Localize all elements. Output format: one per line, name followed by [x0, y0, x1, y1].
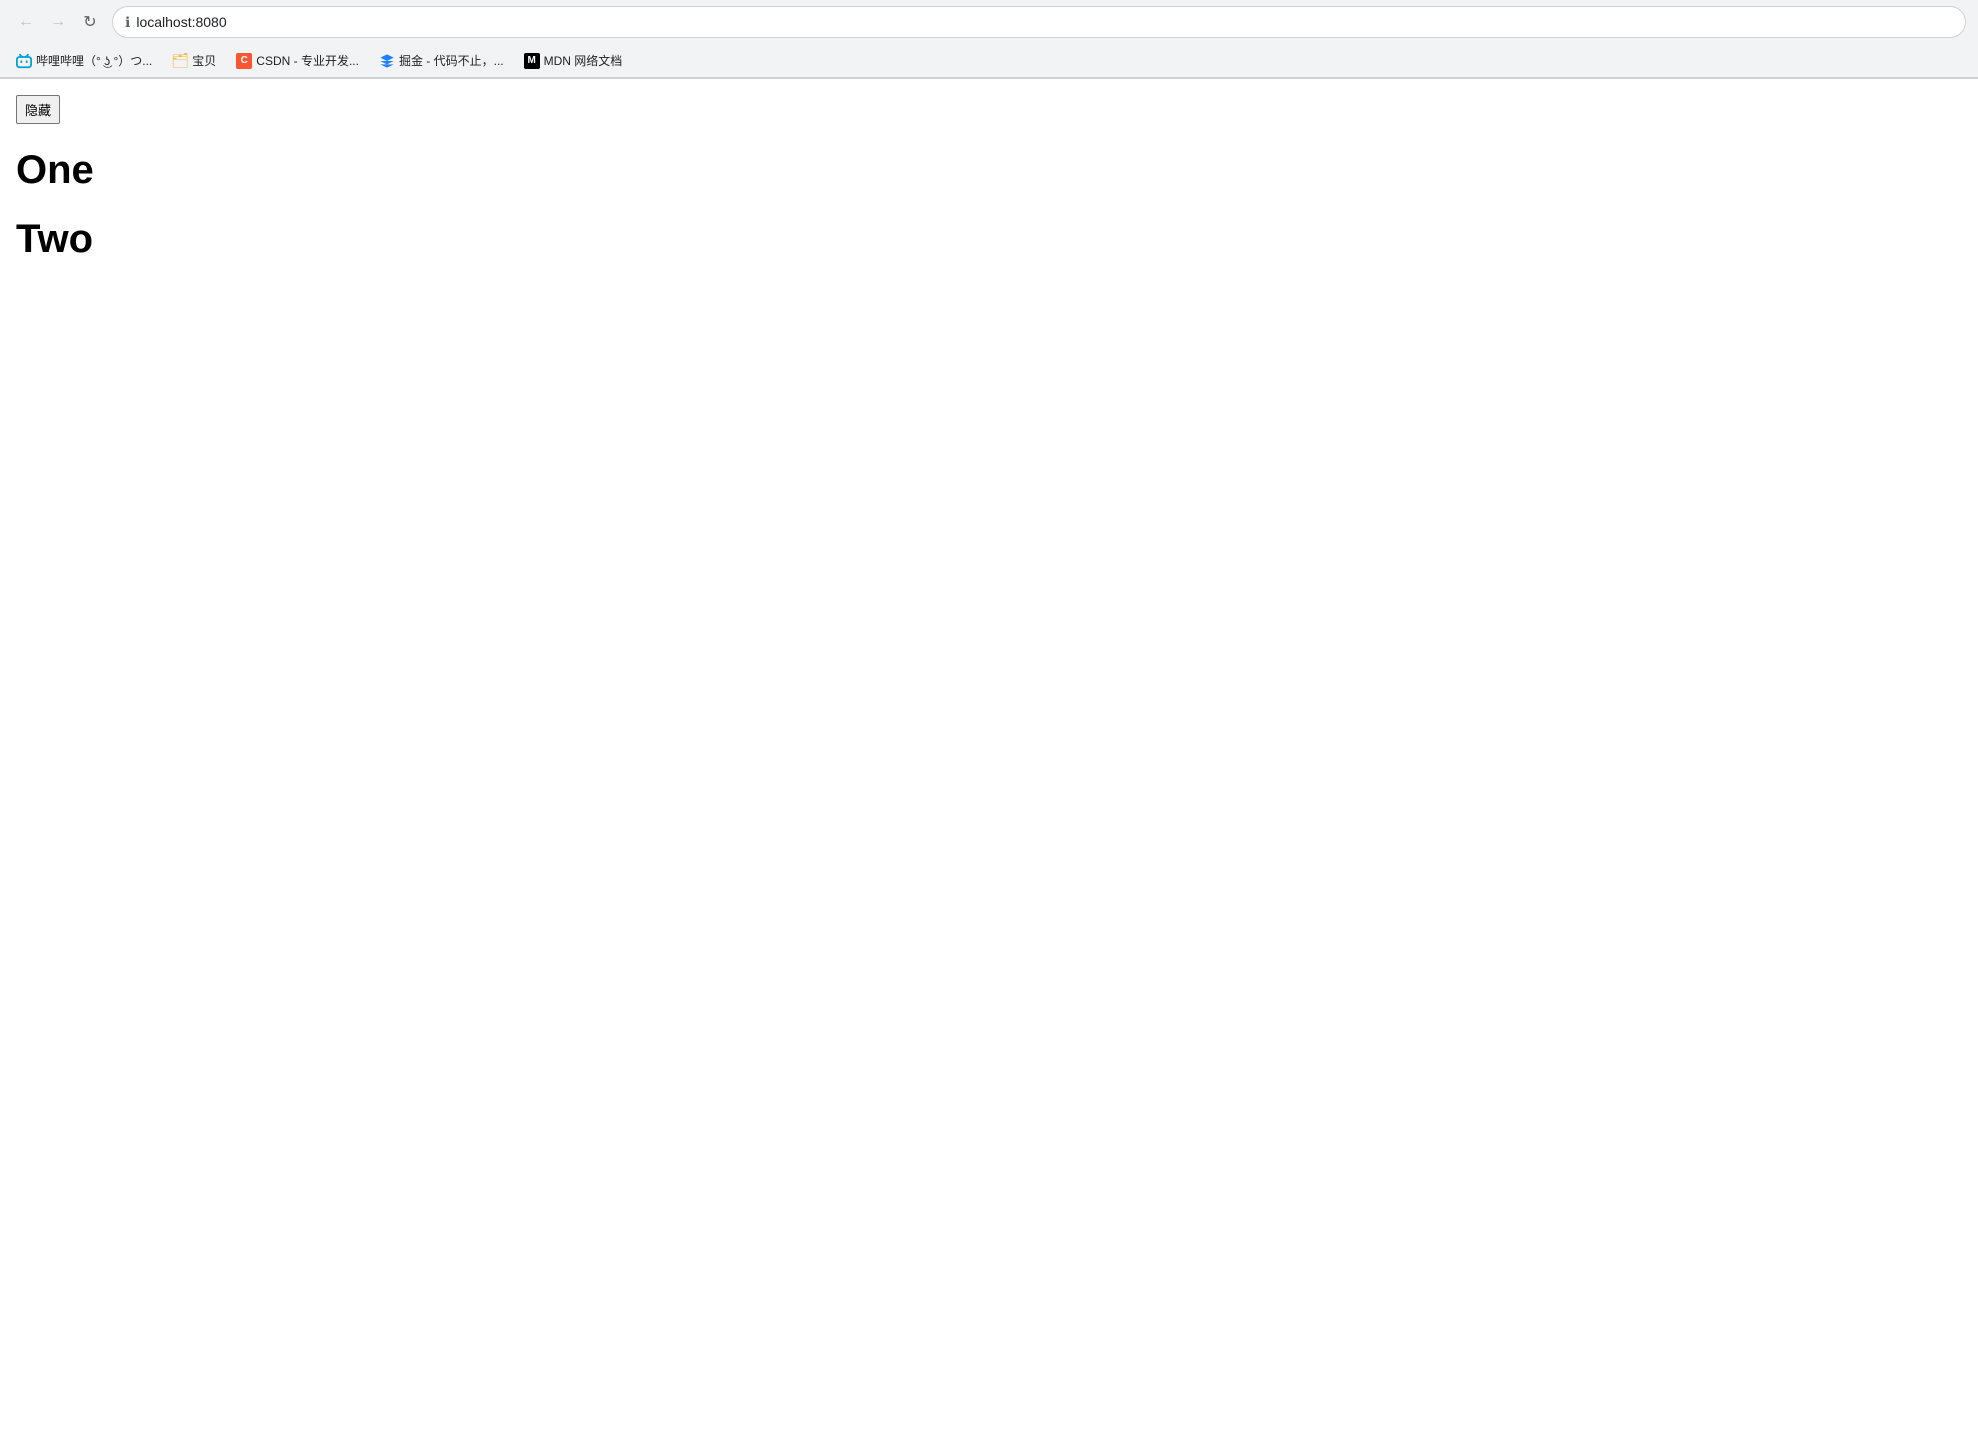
bilibili-icon: [16, 53, 32, 69]
baobei-folder-icon: 🗂: [172, 53, 188, 69]
address-bar-url: localhost:8080: [136, 14, 226, 30]
heading-two: Two: [16, 217, 1962, 262]
bookmark-mdn[interactable]: M MDN 网络文档: [516, 48, 631, 73]
address-bar-security-icon: ℹ: [125, 14, 130, 31]
address-bar[interactable]: ℹ localhost:8080: [112, 6, 1966, 38]
heading-one: One: [16, 148, 1962, 193]
bookmark-baobei[interactable]: 🗂 宝贝: [164, 48, 224, 73]
bookmark-csdn[interactable]: C CSDN - 专业开发...: [228, 48, 367, 73]
juejin-icon: [379, 53, 395, 69]
juejin-label: 掘金 - 代码不止，...: [399, 52, 504, 69]
reload-button[interactable]: ↻: [76, 8, 104, 36]
baobei-label: 宝贝: [192, 52, 216, 69]
forward-button[interactable]: →: [44, 8, 72, 36]
csdn-icon: C: [236, 53, 252, 69]
csdn-label: CSDN - 专业开发...: [256, 52, 359, 69]
bookmarks-bar: 哔哩哔哩（° ͜ʖ °）つ... 🗂 宝贝 C CSDN - 专业开发... 掘…: [0, 44, 1978, 78]
mdn-label: MDN 网络文档: [544, 52, 623, 69]
hide-button[interactable]: 隐藏: [16, 95, 60, 124]
bilibili-label: 哔哩哔哩（° ͜ʖ °）つ...: [36, 52, 152, 69]
page-content: 隐藏 One Two: [0, 79, 1978, 1431]
browser-chrome: ← → ↻ ℹ localhost:8080 哔哩哔哩（° ͜ʖ °）つ... …: [0, 0, 1978, 79]
browser-toolbar: ← → ↻ ℹ localhost:8080: [0, 0, 1978, 44]
bookmark-juejin[interactable]: 掘金 - 代码不止，...: [371, 48, 512, 73]
bookmark-bilibili[interactable]: 哔哩哔哩（° ͜ʖ °）つ...: [8, 48, 160, 73]
nav-buttons: ← → ↻: [12, 8, 104, 36]
mdn-icon: M: [524, 53, 540, 69]
back-button[interactable]: ←: [12, 8, 40, 36]
